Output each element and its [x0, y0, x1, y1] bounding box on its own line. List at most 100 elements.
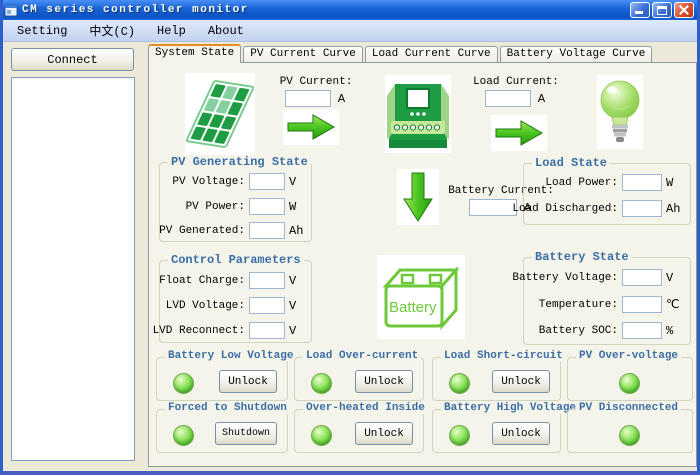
- controller-icon: [385, 75, 451, 153]
- alarm-load-short-circuit: Load Short-circuit Unlock: [432, 357, 561, 401]
- pv-power-input[interactable]: [249, 198, 285, 215]
- alarm-forced-to-shutdown-label: Forced to Shutdown: [165, 402, 290, 414]
- lvd-voltage-input[interactable]: [249, 297, 285, 314]
- battery-soc-label: Battery SOC:: [539, 325, 618, 337]
- solar-panel-icon: [185, 73, 255, 155]
- device-list[interactable]: [11, 77, 135, 461]
- alarm-load-over-current-label: Load Over-current: [303, 350, 421, 362]
- alarm-pv-over-voltage: PV Over-voltage: [567, 357, 693, 401]
- alarm-pv-disconnected-label: PV Disconnected: [576, 402, 681, 414]
- float-charge-label: Float Charge:: [159, 275, 245, 287]
- float-charge-unit: V: [289, 274, 305, 288]
- maximize-button[interactable]: [652, 2, 672, 18]
- temperature-input[interactable]: [622, 296, 662, 313]
- pv-over-voltage-led: [619, 373, 640, 394]
- menu-help[interactable]: Help: [146, 22, 197, 40]
- battery-soc-input[interactable]: [622, 322, 662, 339]
- alarm-over-heated-inside: Over-heated Inside Unlock: [294, 409, 424, 453]
- alarm-battery-high-voltage: Battery High Voltage Unlock: [432, 409, 561, 453]
- pv-current-label: PV Current:: [261, 76, 371, 88]
- load-flow-arrow-icon: [491, 115, 547, 151]
- temperature-label: Temperature:: [539, 299, 618, 311]
- pv-disconnected-led: [619, 425, 640, 446]
- battery-voltage-label: Battery Voltage:: [512, 272, 618, 284]
- battery-current-input[interactable]: [469, 199, 517, 216]
- connect-button[interactable]: Connect: [11, 48, 134, 71]
- alarm-load-short-circuit-label: Load Short-circuit: [441, 350, 566, 362]
- battery-soc-unit: %: [666, 324, 684, 338]
- tab-strip: System State PV Current Curve Load Curre…: [148, 45, 654, 63]
- load-current-label: Load Current:: [461, 76, 571, 88]
- menu-about[interactable]: About: [197, 22, 255, 40]
- pv-voltage-unit: V: [289, 175, 305, 189]
- pv-voltage-label: PV Voltage:: [172, 176, 245, 188]
- alarm-battery-low-voltage: Battery Low Voltage Unlock: [156, 357, 288, 401]
- tab-pv-current-curve[interactable]: PV Current Curve: [243, 46, 363, 63]
- pv-power-unit: W: [289, 200, 305, 214]
- battery-high-voltage-led: [449, 425, 470, 446]
- app-window: CM series controller monitor Setting 中文(…: [0, 0, 700, 475]
- bulb-icon: [597, 75, 643, 149]
- alarm-pv-over-voltage-label: PV Over-voltage: [576, 350, 681, 362]
- tab-battery-voltage-curve[interactable]: Battery Voltage Curve: [500, 46, 653, 63]
- battery-icon: Battery: [377, 255, 465, 339]
- load-over-current-unlock-button[interactable]: Unlock: [355, 370, 413, 393]
- menu-setting[interactable]: Setting: [6, 22, 78, 40]
- alarm-battery-low-voltage-label: Battery Low Voltage: [165, 350, 296, 362]
- forced-shutdown-button[interactable]: Shutdown: [215, 422, 277, 445]
- pv-current-input[interactable]: [285, 90, 331, 107]
- close-button[interactable]: [674, 2, 694, 18]
- load-state-group: Load State Load Power: W Load Discharged…: [523, 163, 691, 225]
- load-current-unit: A: [536, 92, 548, 106]
- over-heated-inside-unlock-button[interactable]: Unlock: [355, 422, 413, 445]
- menu-language[interactable]: 中文(C): [78, 20, 146, 41]
- control-parameters-title: Control Parameters: [168, 253, 304, 267]
- battery-high-voltage-unlock-button[interactable]: Unlock: [492, 422, 550, 445]
- pv-generated-input[interactable]: [249, 222, 285, 239]
- battery-voltage-input[interactable]: [622, 269, 662, 286]
- lvd-voltage-label: LVD Voltage:: [166, 300, 245, 312]
- alarm-load-over-current: Load Over-current Unlock: [294, 357, 424, 401]
- battery-low-voltage-unlock-button[interactable]: Unlock: [219, 370, 277, 393]
- pv-power-label: PV Power:: [186, 201, 245, 213]
- load-power-label: Load Power:: [545, 177, 618, 189]
- load-power-unit: W: [666, 176, 684, 190]
- minimize-button[interactable]: [630, 2, 650, 18]
- control-parameters-group: Control Parameters Float Charge: V LVD V…: [159, 260, 312, 343]
- menu-bar: Setting 中文(C) Help About: [0, 20, 700, 42]
- battery-icon-label: Battery: [389, 299, 437, 316]
- temperature-unit: ℃: [666, 297, 684, 312]
- battery-state-group: Battery State Battery Voltage: V Tempera…: [523, 257, 691, 345]
- system-state-panel: PV Current: A Load: [148, 62, 697, 467]
- load-current-input[interactable]: [485, 90, 531, 107]
- lvd-reconnect-label: LVD Reconnect:: [153, 325, 245, 337]
- load-power-input[interactable]: [622, 174, 662, 191]
- title-bar: CM series controller monitor: [0, 0, 700, 20]
- alarm-pv-disconnected: PV Disconnected: [567, 409, 693, 453]
- over-heated-inside-led: [311, 425, 332, 446]
- alarm-over-heated-inside-label: Over-heated Inside: [303, 402, 428, 414]
- load-short-circuit-unlock-button[interactable]: Unlock: [492, 370, 550, 393]
- alarm-forced-to-shutdown: Forced to Shutdown Shutdown: [156, 409, 288, 453]
- load-short-circuit-led: [449, 373, 470, 394]
- tab-system-state[interactable]: System State: [148, 44, 241, 63]
- tab-load-current-curve[interactable]: Load Current Curve: [365, 46, 498, 63]
- load-discharged-label: Load Discharged:: [512, 203, 618, 215]
- pv-generating-state-title: PV Generating State: [168, 155, 311, 169]
- battery-state-title: Battery State: [532, 250, 632, 264]
- battery-flow-arrow-icon: [397, 169, 439, 225]
- pv-generated-unit: Ah: [289, 224, 305, 238]
- pv-generated-label: PV Generated:: [159, 225, 245, 237]
- load-discharged-input[interactable]: [622, 200, 662, 217]
- window-title: CM series controller monitor: [22, 4, 630, 16]
- pv-voltage-input[interactable]: [249, 173, 285, 190]
- load-state-title: Load State: [532, 156, 610, 170]
- lvd-voltage-unit: V: [289, 299, 305, 313]
- app-icon: [4, 3, 18, 17]
- maximize-icon: [657, 6, 667, 15]
- lvd-reconnect-input[interactable]: [249, 322, 285, 339]
- float-charge-input[interactable]: [249, 272, 285, 289]
- pv-generating-state-group: PV Generating State PV Voltage: V PV Pow…: [159, 162, 312, 242]
- alarm-battery-high-voltage-label: Battery High Voltage: [441, 402, 579, 414]
- battery-low-voltage-led: [173, 373, 194, 394]
